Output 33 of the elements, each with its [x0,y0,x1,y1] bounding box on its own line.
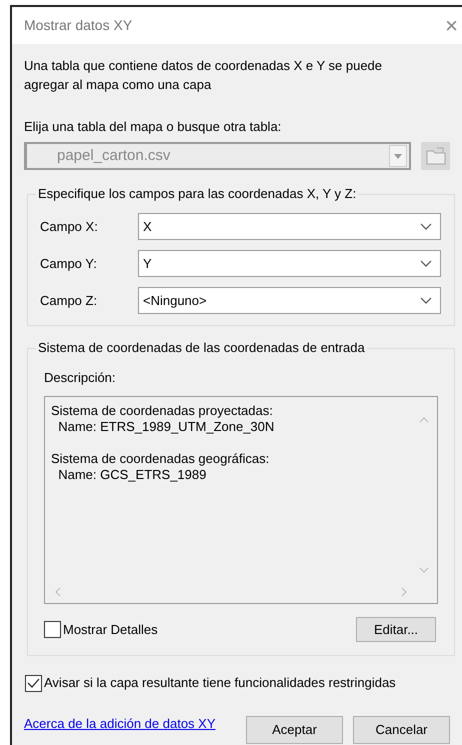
dialog-button[interactable]: Aceptar [246,716,343,744]
checkbox[interactable] [25,674,42,692]
field-label: Campo Z: [40,292,98,310]
chevron-down-icon [420,260,432,268]
close-button[interactable]: × [445,14,458,36]
dropdown-arrow-icon [394,154,402,158]
checkbox-label: Mostrar Detalles [63,620,158,638]
folder-icon [426,147,446,165]
chevron-down-icon [420,296,432,304]
intro-text: Una tabla que contiene datos de coordenadas X e Y se puede agregar al mapa como una capa [24,57,384,94]
scroll-up-icon [419,417,429,423]
checkbox[interactable] [44,621,61,638]
edit-button[interactable]: Editar... [356,617,436,642]
table-label: Elija una tabla del mapa o busque otra tabla: [24,118,282,136]
chevron-down-icon [420,222,432,230]
checkmark-icon [27,678,40,688]
description-line: Sistema de coordenadas proyectadas: [51,403,273,419]
dialog-button[interactable]: Cancelar [353,716,450,744]
field-label: Campo X: [40,218,99,236]
scroll-down-icon [419,567,429,573]
description-line: Name: ETRS_1989_UTM_Zone_30N [57,419,274,435]
checkbox-label: Avisar si la capa resultante tiene funcionalidades restringidas [44,674,396,692]
field-label: Campo Y: [40,254,98,272]
description-line: Name: GCS_ETRS_1989 [57,467,206,483]
field-combo[interactable]: X [138,213,441,240]
scroll-left-icon [55,587,61,597]
scroll-right-icon [401,587,407,597]
help-link[interactable]: Acerca de la adición de datos XY [24,714,246,734]
field-combo[interactable]: Y [138,250,441,277]
description-label: Descripción: [44,369,117,387]
window-title: Mostrar datos XY [24,16,132,35]
description-line: Sistema de coordenadas geográficas: [51,451,270,467]
field-combo[interactable]: <Ninguno> [138,287,441,314]
